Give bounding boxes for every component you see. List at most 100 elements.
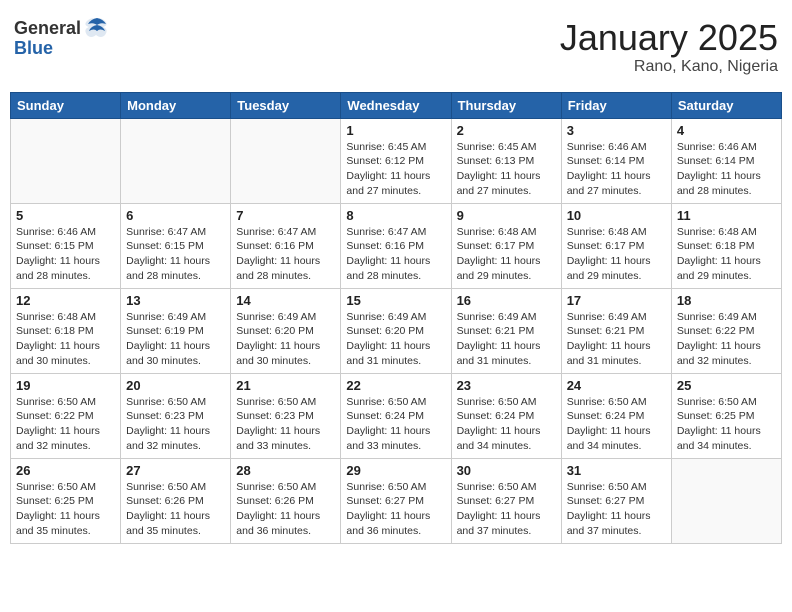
day-info: Sunrise: 6:49 AMSunset: 6:21 PMDaylight:… bbox=[457, 310, 556, 369]
calendar-cell: 20 Sunrise: 6:50 AMSunset: 6:23 PMDayligh… bbox=[121, 373, 231, 458]
calendar-cell: 2 Sunrise: 6:45 AMSunset: 6:13 PMDaylight… bbox=[451, 118, 561, 203]
calendar-cell bbox=[121, 118, 231, 203]
day-number: 19 bbox=[16, 378, 115, 393]
calendar-cell: 9 Sunrise: 6:48 AMSunset: 6:17 PMDaylight… bbox=[451, 203, 561, 288]
day-info: Sunrise: 6:48 AMSunset: 6:18 PMDaylight:… bbox=[677, 225, 776, 284]
day-info: Sunrise: 6:49 AMSunset: 6:20 PMDaylight:… bbox=[346, 310, 445, 369]
calendar-cell: 3 Sunrise: 6:46 AMSunset: 6:14 PMDaylight… bbox=[561, 118, 671, 203]
day-info: Sunrise: 6:50 AMSunset: 6:24 PMDaylight:… bbox=[567, 395, 666, 454]
calendar-cell: 26 Sunrise: 6:50 AMSunset: 6:25 PMDayligh… bbox=[11, 458, 121, 543]
day-info: Sunrise: 6:50 AMSunset: 6:22 PMDaylight:… bbox=[16, 395, 115, 454]
calendar-cell: 22 Sunrise: 6:50 AMSunset: 6:24 PMDayligh… bbox=[341, 373, 451, 458]
calendar-cell: 4 Sunrise: 6:46 AMSunset: 6:14 PMDaylight… bbox=[671, 118, 781, 203]
day-number: 7 bbox=[236, 208, 335, 223]
logo-general-text: General bbox=[14, 18, 81, 40]
day-info: Sunrise: 6:46 AMSunset: 6:15 PMDaylight:… bbox=[16, 225, 115, 284]
calendar-cell: 28 Sunrise: 6:50 AMSunset: 6:26 PMDayligh… bbox=[231, 458, 341, 543]
day-info: Sunrise: 6:47 AMSunset: 6:16 PMDaylight:… bbox=[346, 225, 445, 284]
calendar-cell: 8 Sunrise: 6:47 AMSunset: 6:16 PMDaylight… bbox=[341, 203, 451, 288]
weekday-header-friday: Friday bbox=[561, 92, 671, 118]
calendar-cell: 18 Sunrise: 6:49 AMSunset: 6:22 PMDayligh… bbox=[671, 288, 781, 373]
day-info: Sunrise: 6:47 AMSunset: 6:16 PMDaylight:… bbox=[236, 225, 335, 284]
day-number: 23 bbox=[457, 378, 556, 393]
day-info: Sunrise: 6:46 AMSunset: 6:14 PMDaylight:… bbox=[677, 140, 776, 199]
calendar-cell: 30 Sunrise: 6:50 AMSunset: 6:27 PMDayligh… bbox=[451, 458, 561, 543]
calendar-cell: 11 Sunrise: 6:48 AMSunset: 6:18 PMDayligh… bbox=[671, 203, 781, 288]
day-info: Sunrise: 6:50 AMSunset: 6:27 PMDaylight:… bbox=[567, 480, 666, 539]
day-number: 15 bbox=[346, 293, 445, 308]
day-number: 18 bbox=[677, 293, 776, 308]
day-info: Sunrise: 6:47 AMSunset: 6:15 PMDaylight:… bbox=[126, 225, 225, 284]
calendar-cell bbox=[671, 458, 781, 543]
calendar-cell: 24 Sunrise: 6:50 AMSunset: 6:24 PMDayligh… bbox=[561, 373, 671, 458]
day-info: Sunrise: 6:49 AMSunset: 6:22 PMDaylight:… bbox=[677, 310, 776, 369]
day-info: Sunrise: 6:50 AMSunset: 6:24 PMDaylight:… bbox=[457, 395, 556, 454]
weekday-header-saturday: Saturday bbox=[671, 92, 781, 118]
logo-blue-text: Blue bbox=[14, 38, 109, 59]
day-number: 4 bbox=[677, 123, 776, 138]
week-row-3: 12 Sunrise: 6:48 AMSunset: 6:18 PMDayligh… bbox=[11, 288, 782, 373]
day-number: 30 bbox=[457, 463, 556, 478]
calendar-table: SundayMondayTuesdayWednesdayThursdayFrid… bbox=[10, 92, 782, 544]
calendar-cell: 19 Sunrise: 6:50 AMSunset: 6:22 PMDayligh… bbox=[11, 373, 121, 458]
day-number: 3 bbox=[567, 123, 666, 138]
day-number: 6 bbox=[126, 208, 225, 223]
weekday-header-monday: Monday bbox=[121, 92, 231, 118]
day-info: Sunrise: 6:50 AMSunset: 6:26 PMDaylight:… bbox=[126, 480, 225, 539]
day-info: Sunrise: 6:50 AMSunset: 6:27 PMDaylight:… bbox=[346, 480, 445, 539]
day-number: 20 bbox=[126, 378, 225, 393]
calendar-cell: 6 Sunrise: 6:47 AMSunset: 6:15 PMDaylight… bbox=[121, 203, 231, 288]
day-info: Sunrise: 6:48 AMSunset: 6:17 PMDaylight:… bbox=[457, 225, 556, 284]
day-number: 22 bbox=[346, 378, 445, 393]
day-info: Sunrise: 6:50 AMSunset: 6:24 PMDaylight:… bbox=[346, 395, 445, 454]
week-row-4: 19 Sunrise: 6:50 AMSunset: 6:22 PMDayligh… bbox=[11, 373, 782, 458]
day-info: Sunrise: 6:48 AMSunset: 6:17 PMDaylight:… bbox=[567, 225, 666, 284]
calendar-cell: 15 Sunrise: 6:49 AMSunset: 6:20 PMDayligh… bbox=[341, 288, 451, 373]
calendar-cell bbox=[11, 118, 121, 203]
day-info: Sunrise: 6:48 AMSunset: 6:18 PMDaylight:… bbox=[16, 310, 115, 369]
calendar-cell: 23 Sunrise: 6:50 AMSunset: 6:24 PMDayligh… bbox=[451, 373, 561, 458]
calendar-cell: 17Sunrise: 6:49 AMSunset: 6:21 PMDayligh… bbox=[561, 288, 671, 373]
calendar-cell: 13Sunrise: 6:49 AMSunset: 6:19 PMDayligh… bbox=[121, 288, 231, 373]
calendar-cell: 21Sunrise: 6:50 AMSunset: 6:23 PMDayligh… bbox=[231, 373, 341, 458]
day-number: 28 bbox=[236, 463, 335, 478]
week-row-2: 5 Sunrise: 6:46 AMSunset: 6:15 PMDaylight… bbox=[11, 203, 782, 288]
week-row-1: 1Sunrise: 6:45 AMSunset: 6:12 PMDaylight… bbox=[11, 118, 782, 203]
day-number: 14 bbox=[236, 293, 335, 308]
day-number: 21 bbox=[236, 378, 335, 393]
location-subtitle: Rano, Kano, Nigeria bbox=[560, 58, 778, 76]
day-info: Sunrise: 6:49 AMSunset: 6:20 PMDaylight:… bbox=[236, 310, 335, 369]
day-number: 26 bbox=[16, 463, 115, 478]
calendar-cell: 5 Sunrise: 6:46 AMSunset: 6:15 PMDaylight… bbox=[11, 203, 121, 288]
day-number: 27 bbox=[126, 463, 225, 478]
day-number: 2 bbox=[457, 123, 556, 138]
day-number: 11 bbox=[677, 208, 776, 223]
calendar-cell bbox=[231, 118, 341, 203]
day-number: 5 bbox=[16, 208, 115, 223]
calendar-cell: 1Sunrise: 6:45 AMSunset: 6:12 PMDaylight… bbox=[341, 118, 451, 203]
title-area: January 2025 Rano, Kano, Nigeria bbox=[560, 18, 778, 76]
day-info: Sunrise: 6:45 AMSunset: 6:13 PMDaylight:… bbox=[457, 140, 556, 199]
day-info: Sunrise: 6:50 AMSunset: 6:23 PMDaylight:… bbox=[126, 395, 225, 454]
logo: General Blue bbox=[14, 18, 109, 59]
calendar-cell: 27 Sunrise: 6:50 AMSunset: 6:26 PMDayligh… bbox=[121, 458, 231, 543]
weekday-header-tuesday: Tuesday bbox=[231, 92, 341, 118]
day-info: Sunrise: 6:50 AMSunset: 6:26 PMDaylight:… bbox=[236, 480, 335, 539]
calendar-cell: 14 Sunrise: 6:49 AMSunset: 6:20 PMDayligh… bbox=[231, 288, 341, 373]
day-number: 24 bbox=[567, 378, 666, 393]
day-info: Sunrise: 6:50 AMSunset: 6:25 PMDaylight:… bbox=[16, 480, 115, 539]
calendar-cell: 12 Sunrise: 6:48 AMSunset: 6:18 PMDayligh… bbox=[11, 288, 121, 373]
day-number: 8 bbox=[346, 208, 445, 223]
day-number: 10 bbox=[567, 208, 666, 223]
day-info: Sunrise: 6:50 AMSunset: 6:27 PMDaylight:… bbox=[457, 480, 556, 539]
calendar-cell: 29Sunrise: 6:50 AMSunset: 6:27 PMDayligh… bbox=[341, 458, 451, 543]
day-number: 17 bbox=[567, 293, 666, 308]
day-number: 31 bbox=[567, 463, 666, 478]
day-info: Sunrise: 6:50 AMSunset: 6:25 PMDaylight:… bbox=[677, 395, 776, 454]
day-number: 9 bbox=[457, 208, 556, 223]
calendar-cell: 10 Sunrise: 6:48 AMSunset: 6:17 PMDayligh… bbox=[561, 203, 671, 288]
day-number: 12 bbox=[16, 293, 115, 308]
calendar-cell: 7 Sunrise: 6:47 AMSunset: 6:16 PMDaylight… bbox=[231, 203, 341, 288]
day-info: Sunrise: 6:49 AMSunset: 6:19 PMDaylight:… bbox=[126, 310, 225, 369]
day-info: Sunrise: 6:46 AMSunset: 6:14 PMDaylight:… bbox=[567, 140, 666, 199]
